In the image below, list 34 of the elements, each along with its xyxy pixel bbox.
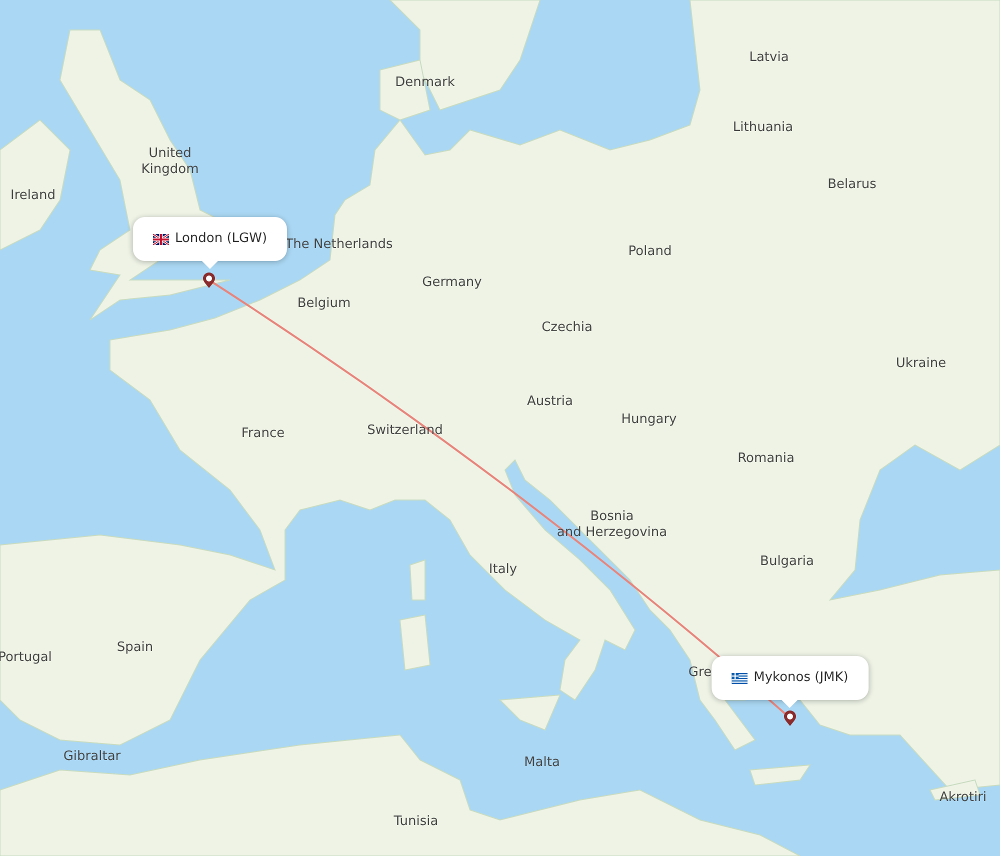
country-label: Denmark — [395, 75, 455, 91]
country-label: Poland — [628, 244, 672, 260]
country-label: The Netherlands — [285, 237, 393, 253]
country-label: Malta — [524, 755, 560, 771]
country-label: Austria — [527, 394, 573, 410]
island-shape — [749, 764, 811, 786]
country-label: Germany — [422, 275, 482, 291]
location-pin-icon — [783, 710, 797, 727]
country-label: Gibraltar — [63, 749, 121, 765]
country-label: Ireland — [10, 188, 56, 204]
island-shape — [399, 614, 431, 671]
island-shape — [498, 694, 561, 731]
country-label: Latvia — [749, 50, 789, 66]
country-label: Italy — [488, 562, 518, 578]
country-label: France — [241, 426, 285, 442]
country-label: Belarus — [828, 177, 876, 193]
country-label: Czechia — [542, 320, 592, 336]
country-label: Hungary — [621, 412, 677, 428]
country-label: Lithuania — [732, 120, 794, 136]
flag-icon — [732, 672, 748, 684]
island-shape — [409, 559, 426, 600]
flag-icon — [152, 234, 169, 244]
country-label: Spain — [116, 640, 154, 656]
airport-label: Mykonos (JMK) — [754, 669, 848, 688]
country-label: Bulgaria — [760, 554, 814, 570]
country-label: Gre — [688, 665, 712, 681]
country-label: Belgium — [297, 296, 351, 312]
location-pin-icon — [202, 272, 216, 289]
country-label: United Kingdom — [141, 146, 199, 178]
airport-label: London (LGW) — [174, 230, 268, 248]
country-label: Romania — [738, 451, 794, 467]
country-label: Akrotiri — [939, 790, 987, 806]
country-label: Ukraine — [896, 356, 946, 372]
country-label: Tunisia — [394, 814, 438, 830]
